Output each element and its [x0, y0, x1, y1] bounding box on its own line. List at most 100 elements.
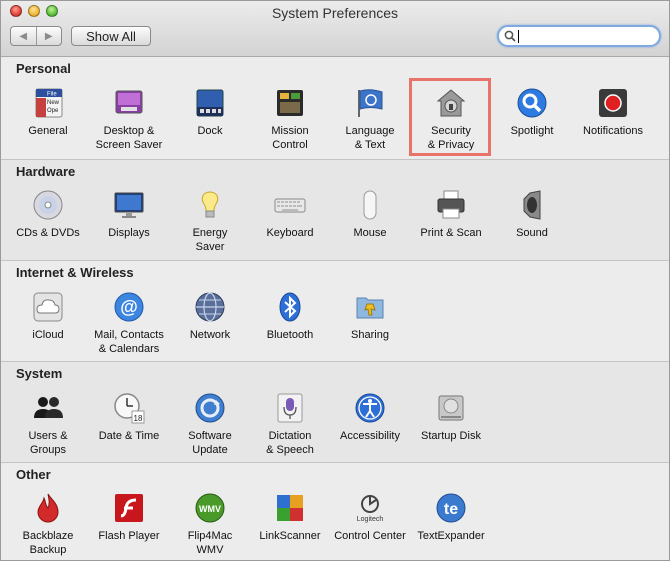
language-flag-icon — [354, 87, 386, 119]
sharing-folder-icon — [354, 291, 386, 323]
general-icon: File New Ope — [32, 87, 64, 119]
section-title: Internet & Wireless — [16, 265, 134, 280]
pref-linkscanner[interactable]: LinkScanner — [249, 492, 331, 543]
pref-label: LinkScanner — [259, 530, 321, 542]
search-icon — [504, 30, 516, 42]
pref-label: Energy Saver — [192, 227, 228, 253]
pref-cds-dvds[interactable]: CDs & DVDs — [7, 189, 89, 240]
pref-keyboard[interactable]: Keyboard — [249, 189, 331, 240]
disc-icon — [32, 189, 64, 221]
pref-mission-control[interactable]: Mission Control — [249, 87, 331, 152]
search-field[interactable] — [497, 25, 661, 47]
mission-control-icon — [274, 87, 306, 119]
pref-network[interactable]: Network — [169, 291, 251, 342]
pref-backblaze-backup[interactable]: Backblaze Backup — [7, 492, 89, 557]
pref-notifications[interactable]: Notifications — [572, 87, 654, 138]
section-other: Other Backblaze Backup Flash Player WMV … — [1, 462, 669, 560]
pref-control-center[interactable]: Logitech Control Center — [329, 492, 411, 543]
textexpander-icon: te — [435, 492, 467, 524]
bluetooth-icon — [274, 291, 306, 323]
pref-language-text[interactable]: Language & Text — [329, 87, 411, 152]
pref-label: Flash Player — [98, 530, 160, 542]
general-icon-file-text: File — [47, 92, 57, 98]
pref-label: Sound — [516, 227, 548, 239]
pref-displays[interactable]: Displays — [88, 189, 170, 240]
pref-label: Language & Text — [345, 125, 395, 151]
pref-mouse[interactable]: Mouse — [329, 189, 411, 240]
system-preferences-window: System Preferences ◀ ▶ Show All Personal… — [0, 0, 670, 561]
pref-icloud[interactable]: iCloud — [7, 291, 89, 342]
pref-label: Sharing — [351, 329, 389, 341]
pref-label: Mail, Contacts & Calendars — [94, 329, 164, 355]
pref-label: Startup Disk — [421, 430, 481, 442]
te-icon-text: te — [444, 501, 458, 518]
pref-label: Accessibility — [340, 430, 400, 442]
pref-label: Desktop & Screen Saver — [95, 125, 163, 151]
pref-sound[interactable]: Sound — [491, 189, 573, 240]
pref-label: Network — [189, 329, 231, 341]
window-title: System Preferences — [271, 5, 399, 21]
pref-dictation-speech[interactable]: Dictation & Speech — [249, 392, 331, 457]
pref-flash-player[interactable]: Flash Player — [88, 492, 170, 543]
pref-bluetooth[interactable]: Bluetooth — [249, 291, 331, 342]
section-personal: Personal File New Ope General Desktop & … — [1, 57, 669, 159]
backblaze-flame-icon — [32, 492, 64, 524]
svg-text:@: @ — [120, 297, 138, 317]
pref-date-time[interactable]: 18 Date & Time — [88, 392, 170, 443]
logitech-icon: Logitech — [354, 492, 386, 524]
pref-print-scan[interactable]: Print & Scan — [410, 189, 492, 240]
pref-users-groups[interactable]: Users & Groups — [7, 392, 89, 457]
pref-accessibility[interactable]: Accessibility — [329, 392, 411, 443]
pref-label: Control Center — [334, 530, 406, 542]
pref-label: Backblaze Backup — [22, 530, 74, 556]
section-title: System — [16, 366, 63, 381]
section-title: Other — [16, 467, 51, 482]
printer-icon — [435, 189, 467, 221]
back-forward-control: ◀ ▶ — [10, 26, 62, 46]
back-button[interactable]: ◀ — [11, 27, 36, 45]
pref-label: General — [28, 125, 68, 137]
speaker-icon — [516, 189, 548, 221]
pref-software-update[interactable]: Software Update — [169, 392, 251, 457]
dock-icon — [194, 87, 226, 119]
hard-disk-icon — [435, 392, 467, 424]
pref-label: TextExpander — [417, 530, 485, 542]
pref-general[interactable]: File New Ope General — [7, 87, 89, 138]
general-icon-new-text: New — [47, 100, 60, 106]
microphone-icon — [274, 392, 306, 424]
pref-energy-saver[interactable]: Energy Saver — [169, 189, 251, 254]
icloud-icon — [32, 291, 64, 323]
accessibility-icon — [354, 392, 386, 424]
section-title: Personal — [16, 61, 71, 76]
desktop-icon — [113, 87, 145, 119]
users-icon — [32, 392, 64, 424]
pref-desktop-screen-saver[interactable]: Desktop & Screen Saver — [88, 87, 170, 152]
pref-spotlight[interactable]: Spotlight — [491, 87, 573, 138]
pref-label: CDs & DVDs — [16, 227, 80, 239]
network-globe-icon — [194, 291, 226, 323]
pref-sharing[interactable]: Sharing — [329, 291, 411, 342]
pref-label: Mission Control — [271, 125, 309, 151]
show-all-button[interactable]: Show All — [71, 26, 151, 46]
pref-label: Date & Time — [98, 430, 160, 442]
software-update-icon — [194, 392, 226, 424]
pref-label: Mouse — [353, 227, 387, 239]
search-input[interactable] — [519, 28, 651, 44]
pref-mail-contacts-calendars[interactable]: @ Mail, Contacts & Calendars — [88, 291, 170, 356]
keyboard-icon — [274, 189, 306, 221]
wmv-icon: WMV — [194, 492, 226, 524]
section-title: Hardware — [16, 164, 76, 179]
pref-label: Users & Groups — [28, 430, 68, 456]
pref-label: Bluetooth — [266, 329, 314, 341]
forward-button[interactable]: ▶ — [35, 27, 62, 45]
pref-dock[interactable]: Dock — [169, 87, 251, 138]
mouse-icon — [354, 189, 386, 221]
pref-startup-disk[interactable]: Startup Disk — [410, 392, 492, 443]
wmv-icon-text: WMV — [199, 504, 221, 514]
section-system: System Users & Groups 18 Date & Time Sof… — [1, 361, 669, 462]
section-hardware: Hardware CDs & DVDs Displays Energy Save… — [1, 159, 669, 260]
pref-flip4mac-wmv[interactable]: WMV Flip4Mac WMV — [169, 492, 251, 557]
pref-textexpander[interactable]: te TextExpander — [410, 492, 492, 543]
general-icon-open-text: Ope — [47, 108, 59, 114]
pref-label: Spotlight — [510, 125, 554, 137]
